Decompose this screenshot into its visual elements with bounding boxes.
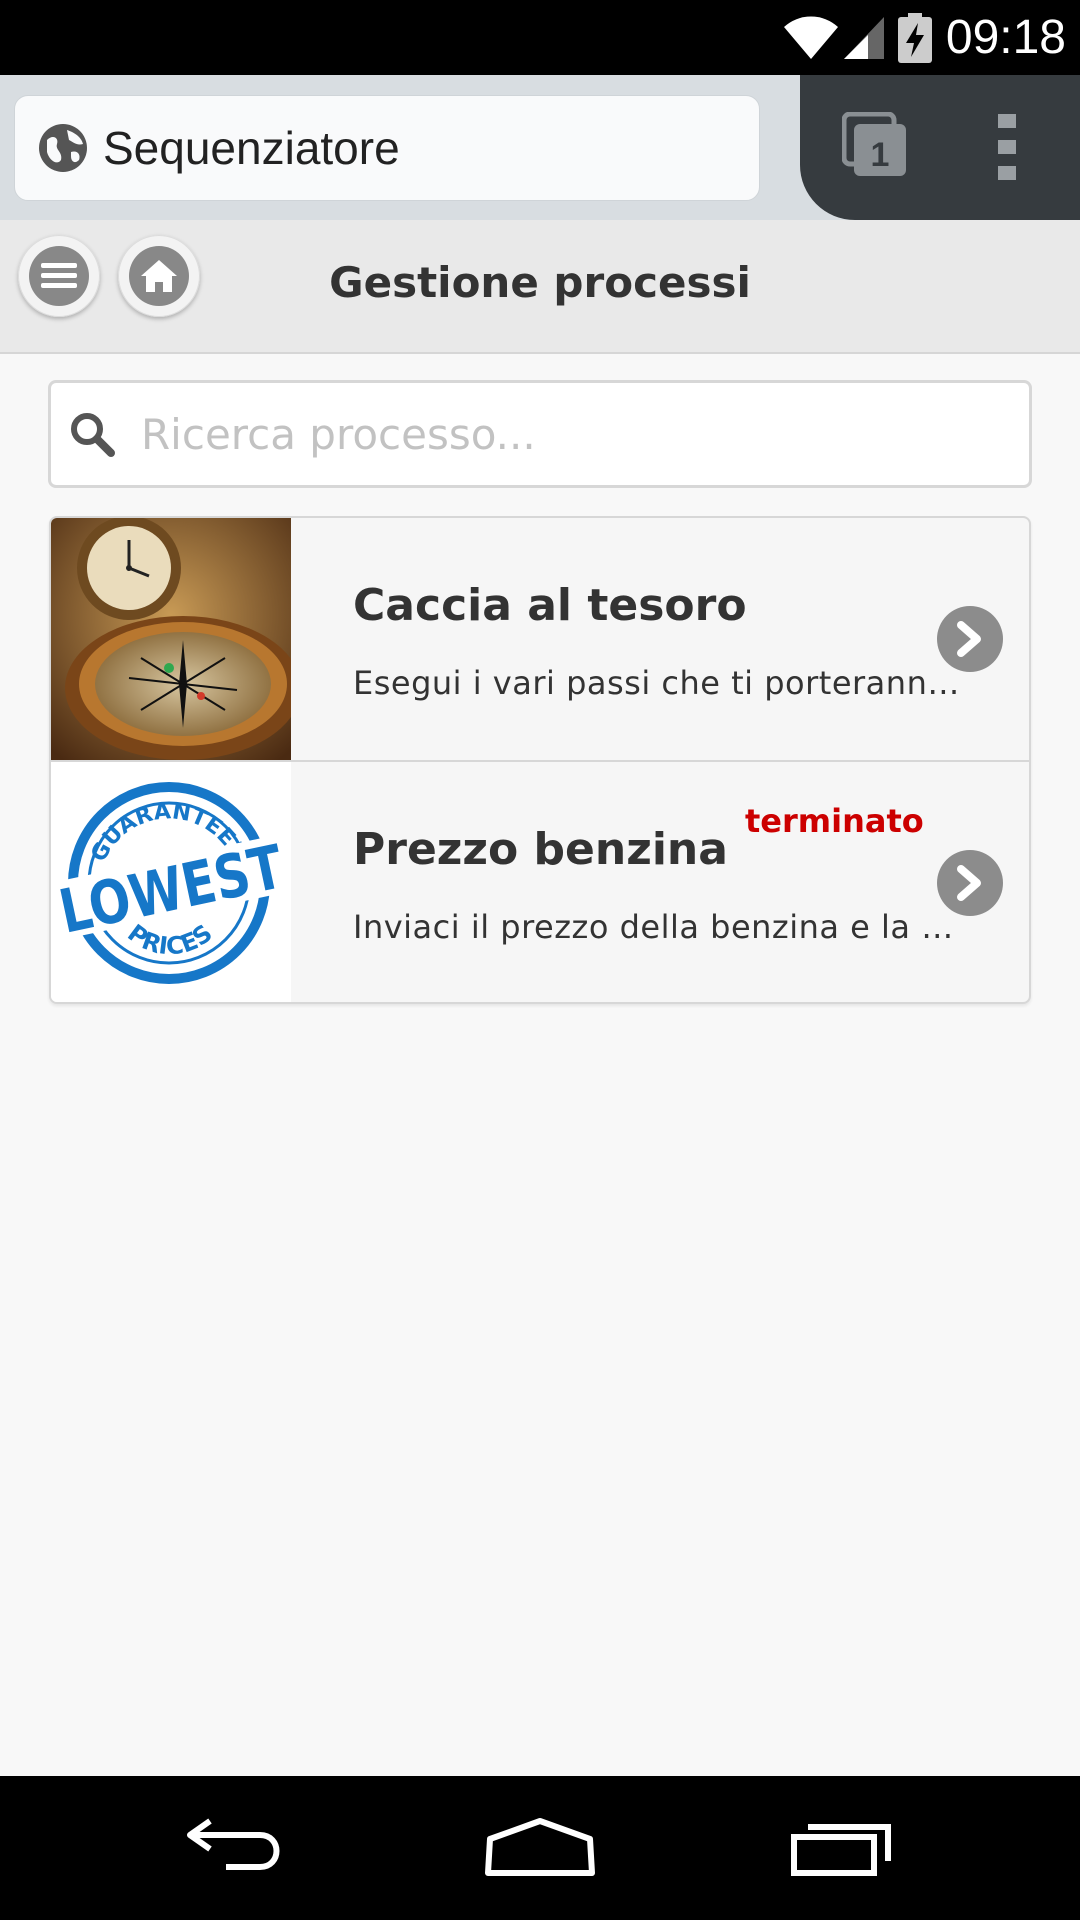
page-title: Gestione processi [329,258,751,307]
signal-icon [843,16,884,59]
search-input[interactable] [139,408,983,460]
battery-charging-icon [897,12,932,63]
globe-icon [39,124,87,172]
process-title: Caccia al tesoro [353,580,747,631]
process-description: Inviaci il prezzo della benzina e la tua… [353,908,963,946]
process-item-prezzo-benzina[interactable]: GUARANTEED PRICES LOWEST terminato Prezz… [51,760,1029,1002]
chevron-right-icon [957,865,981,901]
tab-count: 1 [871,136,890,174]
tabs-button[interactable]: 1 [841,111,908,178]
recents-icon[interactable] [790,1815,894,1879]
process-item-caccia-al-tesoro[interactable]: Caccia al tesoro Esegui i vari passi che… [51,518,1029,760]
back-icon[interactable] [186,1815,290,1879]
status-badge: terminato [745,802,924,840]
url-text: Sequenziatore [103,122,400,174]
clock: 09:18 [945,11,1066,64]
search-box[interactable] [48,380,1032,488]
process-description: Esegui i vari passi che ti porteranno al… [353,664,963,702]
overflow-menu-button[interactable] [990,112,1026,182]
open-process-button[interactable] [937,850,1003,916]
process-list: Caccia al tesoro Esegui i vari passi che… [49,516,1031,1004]
home-nav-icon[interactable] [484,1815,596,1879]
process-title: Prezzo benzina [353,824,728,875]
status-bar: 09:18 [0,0,1080,75]
url-bar[interactable]: Sequenziatore [14,95,760,201]
tabs-icon: 1 [841,111,906,176]
chevron-right-icon [957,621,981,657]
compass-clock-image [51,518,291,760]
wifi-icon [783,16,838,59]
lowest-prices-stamp-image: GUARANTEED PRICES LOWEST [51,762,291,1002]
open-process-button[interactable] [937,606,1003,672]
search-icon [71,413,115,457]
overflow-menu-icon [998,114,1016,180]
